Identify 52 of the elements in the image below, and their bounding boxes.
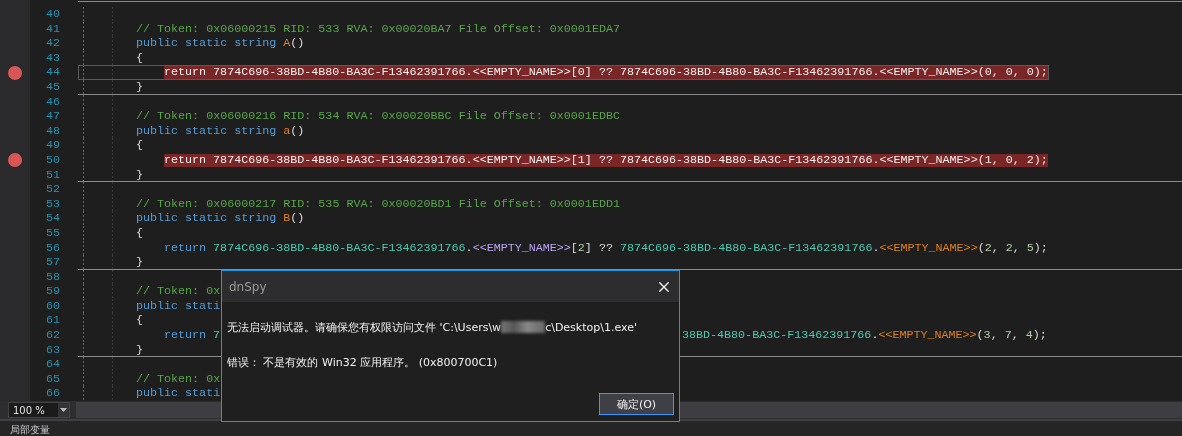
code-line: public static string A(): [136, 37, 305, 51]
line-number: 55: [44, 225, 60, 241]
line-number: 46: [44, 94, 60, 110]
code-line: public stati: [136, 387, 221, 401]
line-number: 63: [44, 342, 60, 358]
code-line: return 7874C696-38BD-4B80-BA3C-F13462391766.<<EMPTY_NAME>>[2] ?? 7874C696-38BD-4B80-BA3C-F13462391766.<<EMPTY_NAME>>(2, 2, 5);: [164, 241, 1048, 255]
code-line: }: [136, 80, 143, 94]
line-number: 41: [44, 21, 60, 37]
code-line: public stati: [136, 299, 221, 313]
line-number: 56: [44, 240, 60, 256]
line-number: 58: [44, 269, 60, 285]
line-number: 47: [44, 109, 60, 124]
line-number: 50: [44, 152, 60, 168]
line-number: 43: [44, 50, 60, 66]
line-number: 42: [44, 36, 60, 51]
line-number: 60: [44, 298, 60, 314]
dialog-message: 无法启动调试器。请确保您有权限访问文件 'C:\Users\w: [227, 319, 502, 335]
line-number: 64: [44, 357, 60, 372]
code-line: {: [136, 314, 143, 328]
line-number: 54: [44, 211, 60, 226]
code-line: }: [136, 256, 143, 270]
line-number: 53: [44, 196, 60, 212]
line-number: 51: [44, 167, 60, 183]
code-line: {: [136, 139, 143, 153]
dialog-message: c\Desktop\1.exe': [545, 320, 637, 334]
line-number: 44: [44, 65, 60, 80]
code-line: // Token: 0x: [136, 372, 221, 386]
code-line: public static string B(): [136, 212, 305, 226]
line-number: 52: [44, 182, 60, 197]
line-number: 49: [44, 138, 60, 153]
line-number: 65: [44, 371, 60, 387]
code-line: }: [136, 168, 143, 182]
line-number: 61: [44, 313, 60, 329]
code-line: }: [136, 343, 143, 357]
code-line: public static string a(): [136, 124, 305, 138]
code-line: // Token: 0x06000216 RID: 534 RVA: 0x00020BBC File Offset: 0x0001EDBC: [136, 110, 620, 124]
code-line: // Token: 0x06000217 RID: 535 RVA: 0x00020BD1 File Offset: 0x0001EDD1: [136, 197, 620, 211]
code-line: {: [136, 226, 143, 240]
code-line: return 7: [164, 329, 221, 343]
line-number: 48: [44, 123, 60, 139]
line-number: 45: [44, 79, 60, 95]
code-line: // Token: 0x06000215 RID: 533 RVA: 0x00020BA7 File Offset: 0x0001EDA7: [136, 22, 620, 36]
line-number: 62: [44, 328, 60, 343]
code-line: // Token: 0x: [136, 285, 221, 299]
code-line: 38BD-4B80-BA3C-F13462391766.<<EMPTY_NAME>>(3, 7, 4);: [682, 329, 1047, 343]
dialog-title: dnSpy: [229, 279, 268, 294]
error-message: 错误： 不是有效的 Win32 应用程序。 (0x800700C1): [227, 354, 498, 370]
code-line: {: [136, 51, 143, 65]
line-number: 59: [44, 284, 60, 299]
line-number: 40: [44, 7, 60, 22]
line-number: 66: [44, 386, 60, 402]
line-number: 57: [44, 255, 60, 270]
